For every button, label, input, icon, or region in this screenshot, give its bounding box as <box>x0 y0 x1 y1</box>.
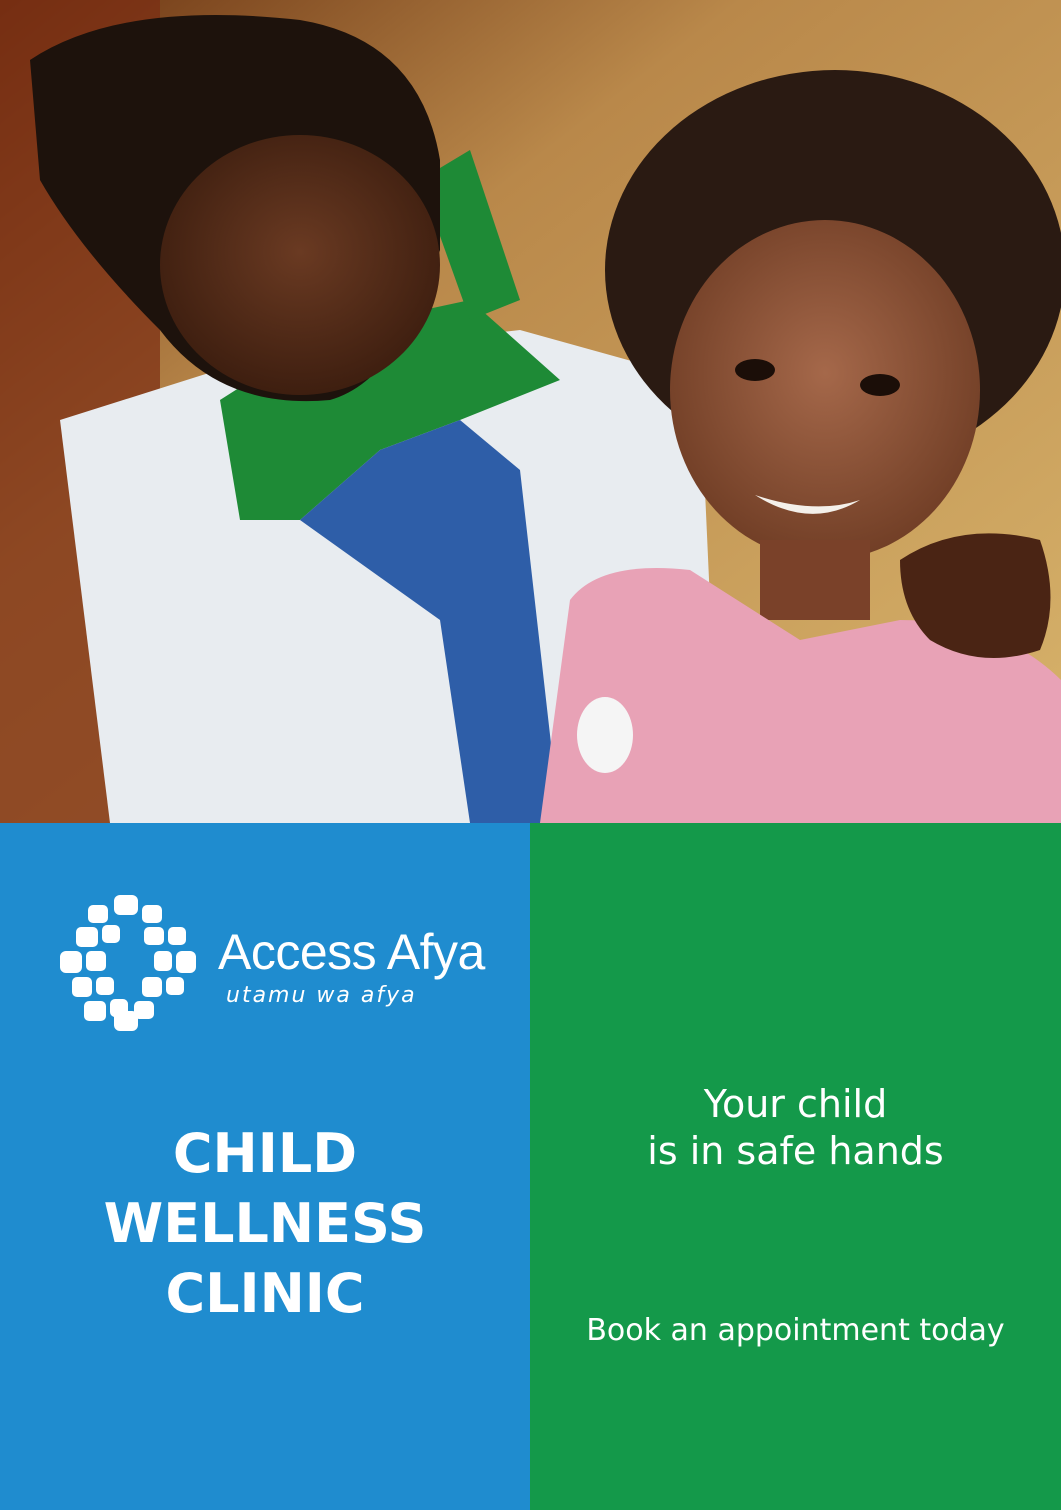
clinic-title: CHILD WELLNESS CLINIC <box>0 1119 530 1329</box>
message-panel: Your child is in safe hands Book an appo… <box>530 823 1061 1510</box>
access-afya-logo: Access Afya utamu wa afya <box>58 893 518 1033</box>
clinic-title-line: WELLNESS <box>103 1192 427 1255</box>
clinic-title-line: CHILD <box>172 1122 358 1185</box>
tagline-line: is in safe hands <box>647 1129 944 1173</box>
brand-name: Access Afya <box>218 924 485 980</box>
hero-photo <box>0 0 1061 823</box>
brand-panel: Access Afya utamu wa afya CHILD WELLNESS… <box>0 823 530 1510</box>
safe-hands-tagline: Your child is in safe hands <box>530 1081 1061 1175</box>
brand-tagline: utamu wa afya <box>226 983 417 1008</box>
tagline-line: Your child <box>703 1082 888 1126</box>
book-appointment-text: Book an appointment today <box>586 1313 1005 1348</box>
cross-of-tiles-icon <box>60 895 196 1031</box>
clinic-title-line: CLINIC <box>165 1262 365 1325</box>
photo-illustration <box>0 0 1061 823</box>
